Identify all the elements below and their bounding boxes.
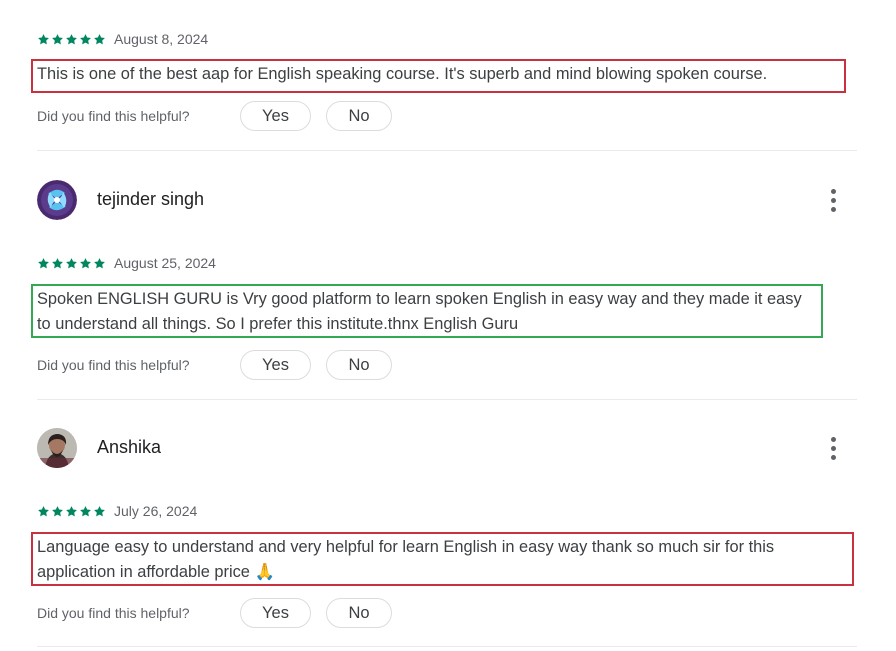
review-divider <box>37 150 857 151</box>
star-icon <box>80 33 91 44</box>
star-icon <box>94 33 105 44</box>
star-icon <box>52 33 63 44</box>
helpful-label: Did you find this helpful? <box>37 605 190 621</box>
avatar-photo-icon <box>37 428 77 468</box>
star-rating <box>37 33 106 46</box>
more-vert-icon[interactable] <box>821 434 845 462</box>
review-0-rating-row: August 8, 2024 <box>37 30 208 48</box>
star-icon <box>80 257 91 268</box>
review-date: July 26, 2024 <box>114 503 198 519</box>
review-1-rating-row: August 25, 2024 <box>37 254 216 272</box>
review-date: August 8, 2024 <box>114 31 209 47</box>
helpful-no-button[interactable]: No <box>326 350 392 380</box>
helpful-prompt-row: Did you find this helpful? Yes No <box>37 101 437 133</box>
helpful-prompt-row: Did you find this helpful? Yes No <box>37 598 437 630</box>
more-vert-icon[interactable] <box>821 186 845 214</box>
review-divider <box>37 646 857 647</box>
review-2-header: Anshika <box>37 428 857 468</box>
star-icon <box>94 505 105 516</box>
helpful-prompt-row: Did you find this helpful? Yes No <box>37 350 437 382</box>
avatar[interactable] <box>37 180 77 220</box>
helpful-yes-button[interactable]: Yes <box>240 598 311 628</box>
helpful-no-button[interactable]: No <box>326 101 392 131</box>
star-icon <box>66 257 77 268</box>
star-icon <box>94 257 105 268</box>
star-rating <box>37 505 106 518</box>
author-name[interactable]: tejinder singh <box>97 189 204 210</box>
review-divider <box>37 399 857 400</box>
helpful-label: Did you find this helpful? <box>37 108 190 124</box>
helpful-no-button[interactable]: No <box>326 598 392 628</box>
star-icon <box>52 505 63 516</box>
review-text: Language easy to understand and very hel… <box>31 532 854 586</box>
review-date: August 25, 2024 <box>114 255 216 271</box>
helpful-yes-button[interactable]: Yes <box>240 101 311 131</box>
star-rating <box>37 257 106 270</box>
author-name[interactable]: Anshika <box>97 437 161 458</box>
star-icon <box>38 257 49 268</box>
review-text: Spoken ENGLISH GURU is Vry good platform… <box>31 284 823 338</box>
helpful-label: Did you find this helpful? <box>37 357 190 373</box>
review-1-header: tejinder singh <box>37 180 857 220</box>
star-icon <box>52 257 63 268</box>
star-icon <box>80 505 91 516</box>
avatar[interactable] <box>37 428 77 468</box>
avatar-abstract-blue-icon <box>37 180 77 220</box>
star-icon <box>66 33 77 44</box>
review-text: This is one of the best aap for English … <box>31 59 846 93</box>
star-icon <box>38 33 49 44</box>
star-icon <box>38 505 49 516</box>
helpful-yes-button[interactable]: Yes <box>240 350 311 380</box>
star-icon <box>66 505 77 516</box>
review-2-rating-row: July 26, 2024 <box>37 502 197 520</box>
